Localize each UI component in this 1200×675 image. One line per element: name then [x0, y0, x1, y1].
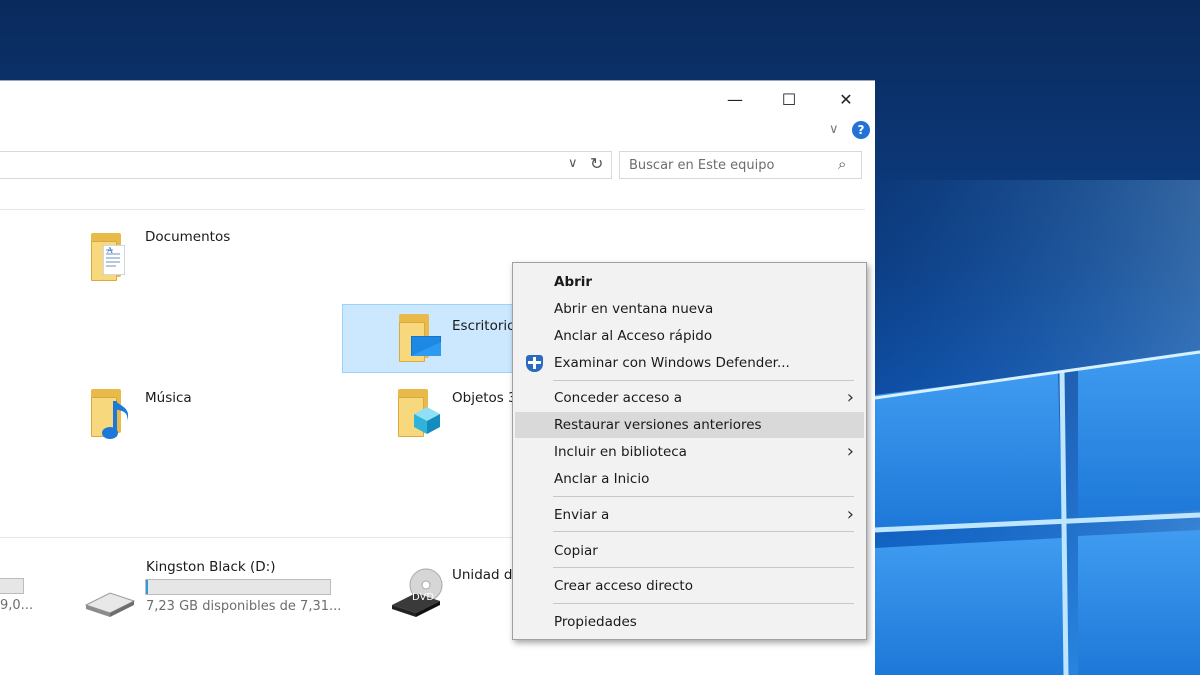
menu-item-label: Examinar con Windows Defender... — [554, 355, 790, 371]
close-button[interactable]: ✕ — [820, 81, 872, 117]
menu-item-crear-acceso-directo[interactable]: Crear acceso directo — [515, 573, 864, 599]
drive-partial[interactable]: 9,0... — [0, 574, 40, 624]
menu-item-label: Incluir en biblioteca — [554, 444, 687, 460]
menu-separator — [553, 496, 854, 497]
menu-item-propiedades[interactable]: Propiedades — [515, 609, 864, 635]
menu-item-label: Conceder acceso a — [554, 390, 682, 406]
drive-capacity-label: 7,23 GB disponibles de 7,31... — [146, 599, 342, 614]
documents-folder-icon: A — [91, 233, 131, 283]
drive-usage-bar — [145, 579, 331, 595]
usb-drive-icon — [84, 592, 136, 617]
menu-item-restaurar-versiones[interactable]: Restaurar versiones anteriores — [515, 412, 864, 438]
search-input[interactable] — [620, 152, 830, 178]
drive-label: Unidad d — [452, 567, 513, 583]
menu-item-label: Enviar a — [554, 507, 610, 523]
dvd-badge: DVD — [412, 592, 435, 603]
folder-documentos[interactable]: A Documentos — [85, 223, 325, 289]
menu-item-enviar-a[interactable]: Enviar a › — [515, 502, 864, 528]
folder-objetos-3d[interactable]: Objetos 3 — [392, 381, 517, 451]
context-menu: Abrir Abrir en ventana nueva Anclar al A… — [512, 262, 867, 640]
menu-item-label: Abrir — [554, 274, 593, 290]
menu-separator — [553, 603, 854, 604]
refresh-icon[interactable]: ↻ — [590, 154, 603, 173]
title-bar: — ☐ ✕ — [0, 81, 875, 117]
menu-item-label: Propiedades — [554, 614, 637, 630]
folder-label: Escritorio — [452, 318, 516, 334]
folder-label: Objetos 3 — [452, 390, 517, 406]
drive-usage-bar — [0, 578, 24, 594]
menu-item-conceder-acceso[interactable]: Conceder acceso a › — [515, 385, 864, 411]
menu-item-label: Copiar — [554, 543, 598, 559]
menu-item-label: Restaurar versiones anteriores — [554, 417, 762, 433]
chevron-down-icon[interactable]: ∨ — [568, 156, 578, 171]
help-icon[interactable]: ? — [852, 121, 870, 139]
menu-separator — [553, 531, 854, 532]
menu-item-label: Anclar al Acceso rápido — [554, 328, 713, 344]
menu-separator — [553, 567, 854, 568]
menu-item-copiar[interactable]: Copiar — [515, 538, 864, 564]
3d-objects-folder-icon — [398, 389, 442, 441]
svg-text:A: A — [106, 246, 113, 255]
drive-capacity-label: 9,0... — [0, 598, 34, 613]
minimize-button[interactable]: — — [709, 81, 761, 117]
drive-kingston-black[interactable]: Kingston Black (D:) 7,23 GB disponibles … — [82, 557, 342, 631]
drive-dvd[interactable]: DVD Unidad d — [388, 557, 512, 631]
desktop-folder-icon — [399, 314, 443, 364]
music-folder-icon — [91, 389, 135, 441]
menu-separator — [553, 380, 854, 381]
menu-item-incluir-biblioteca[interactable]: Incluir en biblioteca › — [515, 439, 864, 465]
submenu-arrow-icon: › — [846, 504, 854, 525]
address-bar[interactable]: ∨ ↻ — [0, 151, 612, 179]
search-icon[interactable]: ⌕ — [838, 155, 846, 173]
folder-musica[interactable]: Música — [85, 381, 325, 451]
folder-label: Música — [145, 390, 192, 406]
menu-item-anclar-acceso-rapido[interactable]: Anclar al Acceso rápido — [515, 323, 864, 349]
submenu-arrow-icon: › — [846, 441, 854, 462]
menu-item-windows-defender[interactable]: Examinar con Windows Defender... — [515, 350, 864, 376]
search-box[interactable]: ⌕ — [619, 151, 862, 179]
section-divider — [0, 209, 865, 210]
menu-item-label: Abrir en ventana nueva — [554, 301, 714, 317]
menu-item-label: Anclar a Inicio — [554, 471, 650, 487]
menu-item-abrir[interactable]: Abrir — [515, 269, 864, 295]
drive-label: Kingston Black (D:) — [146, 559, 276, 575]
ribbon-row: ∨ ? — [0, 117, 875, 145]
folder-label: Documentos — [145, 229, 231, 245]
submenu-arrow-icon: › — [846, 387, 854, 408]
windows-defender-shield-icon — [526, 355, 543, 372]
menu-item-anclar-inicio[interactable]: Anclar a Inicio — [515, 466, 864, 492]
maximize-button[interactable]: ☐ — [763, 81, 815, 117]
expand-ribbon-chevron-icon[interactable]: ∨ — [829, 122, 839, 137]
menu-item-abrir-ventana-nueva[interactable]: Abrir en ventana nueva — [515, 296, 864, 322]
menu-item-label: Crear acceso directo — [554, 578, 693, 594]
